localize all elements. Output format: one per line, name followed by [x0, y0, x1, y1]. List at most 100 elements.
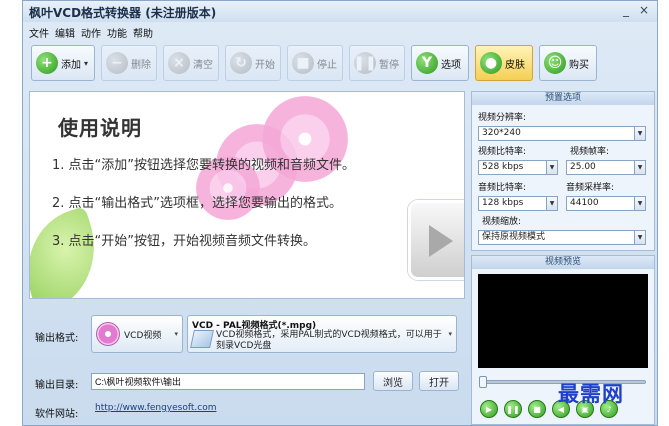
- buy-button[interactable]: ☺ 购买: [539, 45, 597, 81]
- chevron-down-icon: ▼: [634, 231, 645, 244]
- video-bitrate-value: 528 kbps: [482, 162, 524, 172]
- chevron-down-icon: ▾: [84, 58, 89, 68]
- samplerate-select[interactable]: 44100 ▼: [566, 196, 646, 211]
- video-bitrate-select[interactable]: 528 kbps ▼: [478, 160, 558, 175]
- stop-icon: ■: [533, 404, 541, 414]
- disc-icon: [96, 322, 120, 346]
- chevron-down-icon: ▾: [448, 330, 452, 338]
- pause-preview-button[interactable]: ❚❚: [504, 400, 522, 418]
- skin-button[interactable]: ● 皮肤: [475, 45, 533, 81]
- smile-icon: ☺: [544, 52, 566, 74]
- output-format-select[interactable]: VCD视频 ▾: [91, 315, 183, 353]
- preview-seek-thumb[interactable]: [479, 376, 487, 388]
- resolution-value: 320*240: [482, 128, 521, 138]
- remove-label: 删除: [131, 59, 151, 71]
- tools-icon: Y: [416, 52, 438, 74]
- stop-preview-button[interactable]: ■: [528, 400, 546, 418]
- pause-icon: ❚❚: [353, 52, 377, 74]
- menu-bar: 文件 编辑 动作 功能 帮助: [23, 23, 657, 40]
- video-scale-select[interactable]: 保持原视频模式 ▼: [478, 230, 646, 245]
- minus-icon: −: [106, 52, 128, 74]
- website-link[interactable]: http://www.fengyesoft.com: [95, 403, 217, 413]
- preset-options-panel: 预置选项 视频分辨率: 320*240 ▼ 视频比特率: 视频帧率: 528 k…: [471, 91, 655, 251]
- stop-icon: ■: [292, 52, 314, 74]
- menu-action[interactable]: 动作: [81, 25, 101, 40]
- menu-file[interactable]: 文件: [29, 25, 49, 40]
- pause-icon: ❚❚: [506, 404, 520, 414]
- plus-icon: +: [36, 52, 58, 74]
- video-bitrate-label: 视频比特率:: [478, 147, 527, 157]
- browse-button[interactable]: 浏览: [373, 371, 413, 391]
- start-button[interactable]: ↻ 开始: [225, 45, 281, 81]
- instruction-step: 1. 点击“添加”按钮选择您要转换的视频和音频文件。: [52, 158, 356, 173]
- pause-label: 暂停: [379, 59, 399, 71]
- chevron-down-icon: ▼: [546, 197, 557, 210]
- start-label: 开始: [255, 59, 275, 71]
- play-icon: ▶: [485, 404, 493, 414]
- minimize-button[interactable]: _: [619, 3, 633, 17]
- video-preview-title: 视频预览: [472, 256, 654, 269]
- resolution-label: 视频分辨率:: [478, 113, 527, 123]
- video-preview-screen: [478, 274, 648, 368]
- instructions-title: 使用说明: [58, 116, 142, 140]
- chevron-down-icon: ▼: [634, 161, 645, 174]
- app-window: 枫叶VCD格式转换器 (未注册版本) _ × 文件 编辑 动作 功能 帮助 + …: [22, 0, 658, 426]
- output-dir-input[interactable]: [91, 373, 365, 390]
- close-icon: ×: [168, 52, 190, 74]
- instructions-area: 使用说明 1. 点击“添加”按钮选择您要转换的视频和音频文件。 2. 点击“输出…: [29, 91, 465, 299]
- samplerate-label: 音频采样率:: [566, 183, 615, 193]
- framerate-select[interactable]: 25.00 ▼: [566, 160, 646, 175]
- close-button[interactable]: ×: [637, 3, 651, 17]
- framerate-label: 视频帧率:: [570, 147, 610, 157]
- clear-label: 清空: [193, 59, 213, 71]
- menu-edit[interactable]: 编辑: [55, 25, 75, 40]
- pause-button[interactable]: ❚❚ 暂停: [349, 45, 405, 81]
- output-dir-label: 输出目录:: [35, 380, 79, 391]
- buy-label: 购买: [569, 59, 589, 71]
- options-button[interactable]: Y 选项: [411, 45, 469, 81]
- chevron-down-icon: ▾: [174, 330, 178, 338]
- leaf-graphic: [30, 206, 112, 298]
- options-label: 选项: [441, 59, 461, 71]
- format-profile-select[interactable]: VCD - PAL视频格式(*.mpg) VCD视频格式，采用PAL制式的VCD…: [187, 315, 457, 353]
- skin-label: 皮肤: [505, 59, 525, 71]
- stop-button[interactable]: ■ 停止: [287, 45, 343, 81]
- chevron-down-icon: ▼: [634, 197, 645, 210]
- play-tile-graphic: [408, 200, 464, 280]
- apple-icon: ●: [480, 52, 502, 74]
- video-scale-label: 视频缩放:: [482, 217, 522, 227]
- add-label: 添加: [61, 59, 81, 71]
- menu-function[interactable]: 功能: [107, 25, 127, 40]
- title-bar: 枫叶VCD格式转换器 (未注册版本) _ ×: [23, 1, 657, 22]
- format-profile-description: VCD视频格式，采用PAL制式的VCD视频格式，可以用于刻录VCD光盘: [216, 330, 442, 351]
- window-title: 枫叶VCD格式转换器 (未注册版本): [29, 6, 217, 20]
- samplerate-value: 44100: [570, 198, 599, 208]
- chevron-down-icon: ▼: [546, 161, 557, 174]
- audio-bitrate-value: 128 kbps: [482, 198, 524, 208]
- resolution-select[interactable]: 320*240 ▼: [478, 126, 646, 141]
- play-icon: [429, 225, 453, 257]
- website-label: 软件网站:: [35, 409, 79, 420]
- open-folder-button[interactable]: 打开: [419, 371, 459, 391]
- audio-bitrate-select[interactable]: 128 kbps ▼: [478, 196, 558, 211]
- menu-help[interactable]: 帮助: [133, 25, 153, 40]
- chevron-down-icon: ▼: [634, 127, 645, 140]
- framerate-value: 25.00: [570, 162, 596, 172]
- watermark-text: 最需网: [558, 381, 624, 406]
- instruction-step: 2. 点击“输出格式”选项框，选择您要输出的格式。: [52, 196, 343, 211]
- instruction-step: 3. 点击“开始”按钮，开始视频音频文件转换。: [52, 234, 317, 249]
- toolbar: + 添加 ▾ − 删除 × 清空 ↻ 开始 ■ 停止 ❚❚ 暂停 Y 选项 ●: [25, 41, 655, 87]
- folder-icon: [190, 330, 214, 348]
- output-settings: 输出格式: VCD视频 ▾ VCD - PAL视频格式(*.mpg) VCD视频…: [29, 305, 465, 425]
- preset-options-title: 预置选项: [472, 92, 654, 105]
- stop-label: 停止: [317, 59, 337, 71]
- audio-bitrate-label: 音频比特率:: [478, 183, 527, 193]
- output-format-label: 输出格式:: [35, 333, 79, 344]
- remove-button[interactable]: − 删除: [101, 45, 157, 81]
- refresh-icon: ↻: [230, 52, 252, 74]
- play-button[interactable]: ▶: [480, 400, 498, 418]
- clear-button[interactable]: × 清空: [163, 45, 219, 81]
- video-scale-value: 保持原视频模式: [482, 232, 546, 242]
- add-button[interactable]: + 添加 ▾: [31, 45, 95, 81]
- output-format-value: VCD视频: [124, 330, 162, 341]
